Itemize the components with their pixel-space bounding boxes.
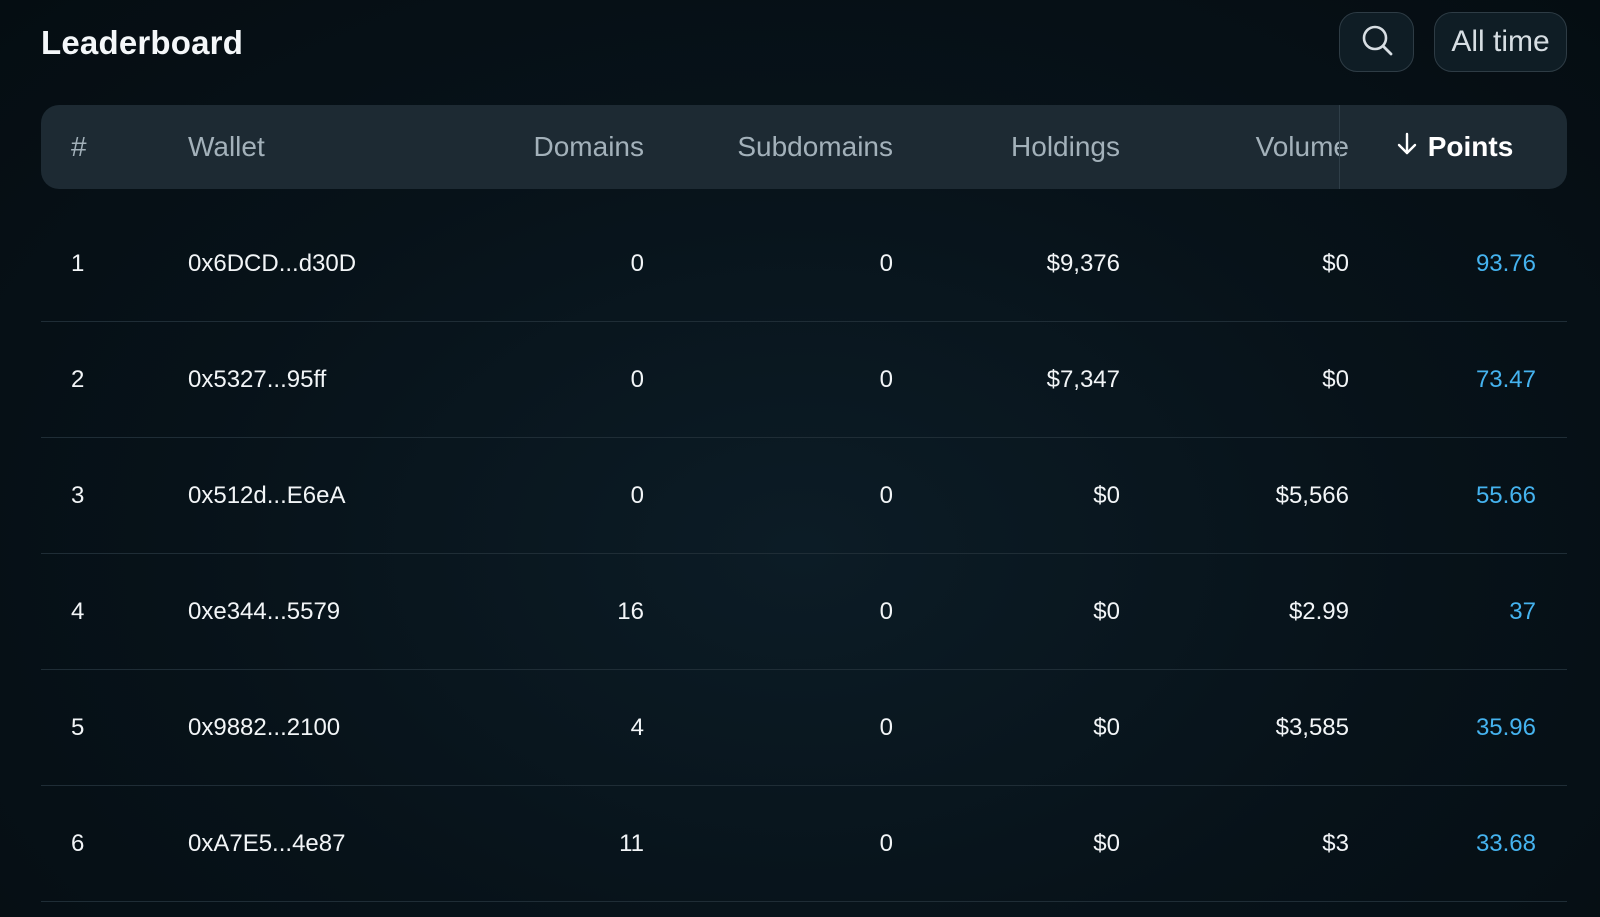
- volume-cell: $0: [1322, 366, 1349, 393]
- domains-cell: 11: [619, 830, 644, 857]
- leaderboard-page: Leaderboard All time # Wallet Domains Su…: [41, 0, 1567, 917]
- column-header-points-label: Points: [1427, 131, 1514, 162]
- column-header-rank[interactable]: #: [71, 105, 131, 189]
- subdomains-cell: 0: [879, 482, 893, 509]
- table-row[interactable]: 1 0x6DCD...d30D 0 0 $9,376 $0 93.76: [41, 206, 1567, 322]
- arrow-down-icon: [1394, 131, 1428, 164]
- points-cell: 33.68: [1475, 830, 1536, 857]
- volume-cell: $3,585: [1275, 714, 1349, 741]
- holdings-cell: $0: [1093, 482, 1120, 509]
- holdings-cell: $0: [1093, 830, 1120, 857]
- leaderboard-table-body: 1 0x6DCD...d30D 0 0 $9,376 $0 93.76 2 0x…: [41, 206, 1567, 902]
- table-row[interactable]: 2 0x5327...95ff 0 0 $7,347 $0 73.47: [41, 322, 1567, 438]
- table-row[interactable]: 6 0xA7E5...4e87 11 0 $0 $3 33.68: [41, 786, 1567, 902]
- column-header-points[interactable]: Points: [1339, 105, 1567, 189]
- points-cell: 35.96: [1475, 714, 1536, 741]
- search-icon: [1359, 22, 1395, 63]
- rank-cell: 4: [71, 598, 85, 625]
- column-header-subdomains[interactable]: Subdomains: [651, 105, 893, 189]
- time-range-dropdown[interactable]: All time: [1434, 12, 1567, 72]
- subdomains-cell: 0: [879, 250, 893, 277]
- volume-cell: $5,566: [1275, 482, 1349, 509]
- column-header-domains[interactable]: Domains: [401, 105, 644, 189]
- column-header-holdings[interactable]: Holdings: [901, 105, 1120, 189]
- holdings-cell: $7,347: [1046, 366, 1120, 393]
- table-row[interactable]: 4 0xe344...5579 16 0 $0 $2.99 37: [41, 554, 1567, 670]
- volume-cell: $2.99: [1288, 598, 1349, 625]
- points-cell: 73.47: [1475, 366, 1536, 393]
- volume-cell: $0: [1322, 250, 1349, 277]
- rank-cell: 5: [71, 714, 85, 741]
- subdomains-cell: 0: [879, 830, 893, 857]
- subdomains-cell: 0: [879, 714, 893, 741]
- holdings-cell: $0: [1093, 598, 1120, 625]
- points-cell: 37: [1509, 598, 1536, 625]
- domains-cell: 16: [617, 598, 644, 625]
- rank-cell: 2: [71, 366, 85, 393]
- subdomains-cell: 0: [879, 598, 893, 625]
- holdings-cell: $0: [1093, 714, 1120, 741]
- domains-cell: 0: [630, 482, 644, 509]
- points-cell: 93.76: [1475, 250, 1536, 277]
- volume-cell: $3: [1322, 830, 1349, 857]
- table-header-row: # Wallet Domains Subdomains Holdings Vol…: [41, 105, 1567, 189]
- table-row[interactable]: 5 0x9882...2100 4 0 $0 $3,585 35.96: [41, 670, 1567, 786]
- holdings-cell: $9,376: [1046, 250, 1120, 277]
- rank-cell: 6: [71, 830, 85, 857]
- leaderboard-header: Leaderboard All time: [41, 12, 1567, 74]
- domains-cell: 0: [630, 250, 644, 277]
- table-row[interactable]: 3 0x512d...E6eA 0 0 $0 $5,566 55.66: [41, 438, 1567, 554]
- points-cell: 55.66: [1475, 482, 1536, 509]
- search-button[interactable]: [1339, 12, 1414, 72]
- rank-cell: 1: [71, 250, 85, 277]
- rank-cell: 3: [71, 482, 85, 509]
- domains-cell: 0: [630, 366, 644, 393]
- page-title: Leaderboard: [41, 24, 244, 61]
- subdomains-cell: 0: [879, 366, 893, 393]
- domains-cell: 4: [630, 714, 644, 741]
- column-header-volume[interactable]: Volume: [1131, 105, 1349, 189]
